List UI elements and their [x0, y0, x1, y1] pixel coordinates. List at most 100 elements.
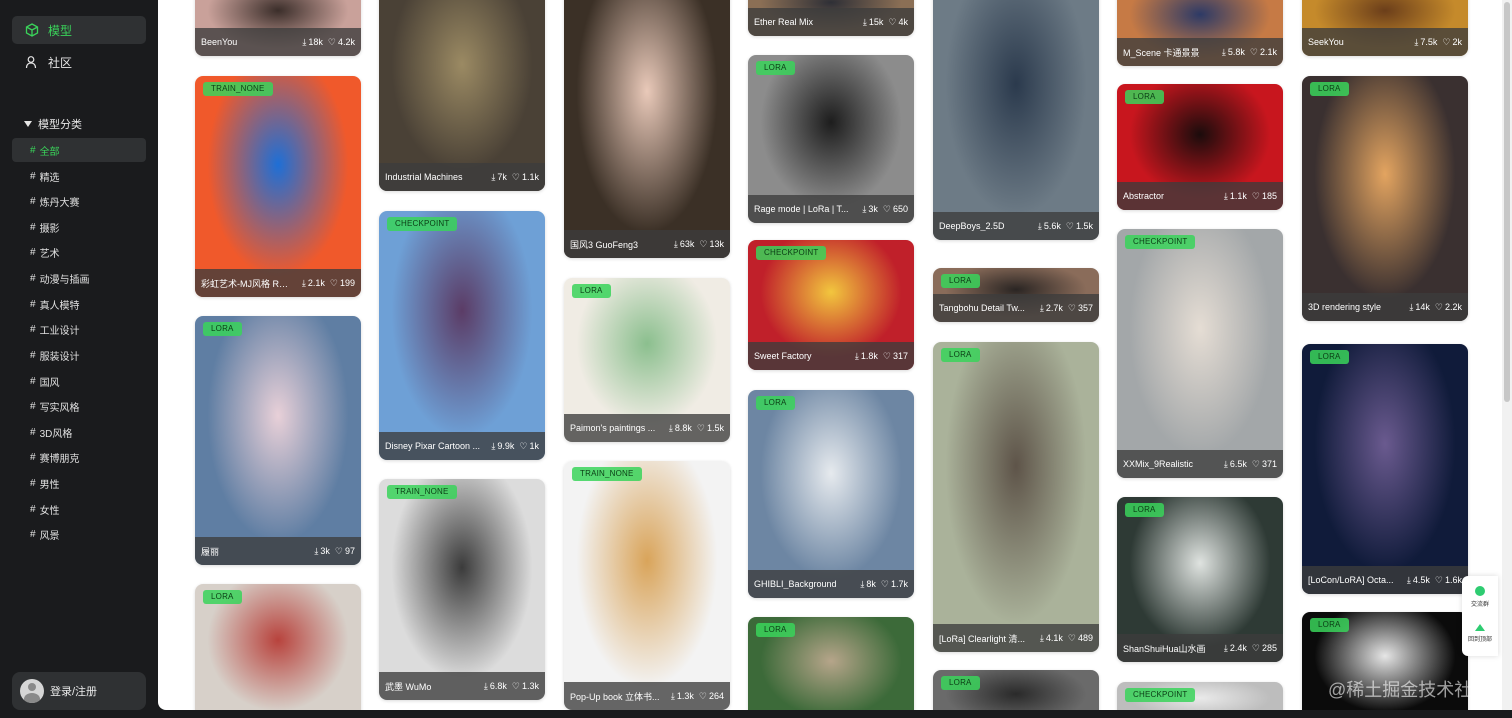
- download-count: ⤓ 3k: [862, 204, 878, 215]
- model-type-badge: LORA: [203, 590, 242, 604]
- model-card[interactable]: LORA Paimon's paintings ... ⤓ 8.8k ♡ 1.5k: [564, 278, 730, 442]
- model-card[interactable]: LORA 3D rendering style ⤓ 14k ♡ 2.2k: [1302, 76, 1468, 321]
- download-icon: ⤓: [1406, 574, 1411, 585]
- category-item[interactable]: # 艺术: [12, 240, 146, 264]
- category-label: 精选: [39, 172, 60, 184]
- model-card[interactable]: LORA: [748, 617, 914, 710]
- like-count[interactable]: ♡ 489: [1068, 633, 1093, 644]
- like-count[interactable]: ♡ 650: [883, 204, 908, 215]
- like-count[interactable]: ♡ 1.1k: [512, 172, 539, 183]
- like-count[interactable]: ♡ 1.6k: [1435, 575, 1462, 586]
- category-item[interactable]: # 工业设计: [12, 317, 146, 341]
- nav-item-community[interactable]: 社区: [12, 48, 146, 76]
- model-card[interactable]: LORA GHIBLI_Background ⤓ 8k ♡ 1.7k: [748, 390, 914, 598]
- download-icon: ⤓: [673, 238, 678, 249]
- model-card[interactable]: SeekYou ⤓ 7.5k ♡ 2k: [1302, 0, 1468, 56]
- like-count[interactable]: ♡ 185: [1252, 191, 1277, 202]
- model-card[interactable]: LORA ShanShuiHua山水画 ⤓ 2.4k ♡ 285: [1117, 497, 1283, 662]
- back-to-top-button[interactable]: 回到顶部: [1462, 624, 1498, 643]
- category-item[interactable]: #3D风格: [12, 420, 146, 444]
- like-count[interactable]: ♡ 1.3k: [512, 681, 539, 692]
- heart-icon: ♡: [1065, 220, 1074, 231]
- scrollbar-thumb[interactable]: [1504, 2, 1510, 402]
- model-card[interactable]: CHECKPOINT: [1117, 682, 1283, 710]
- category-item[interactable]: # 风景: [12, 522, 146, 546]
- download-count: ⤓ 8.8k: [669, 423, 692, 434]
- download-count: ⤓ 18k: [302, 37, 323, 48]
- like-count[interactable]: ♡ 13k: [699, 239, 724, 250]
- like-count[interactable]: ♡ 285: [1252, 643, 1277, 654]
- category-item[interactable]: # 国风: [12, 369, 146, 393]
- like-count[interactable]: ♡ 1.7k: [881, 579, 908, 590]
- model-card[interactable]: TRAIN_NONE Pop-Up book 立体书... ⤓ 1.3k ♡ 264: [564, 461, 730, 710]
- watermark: @稀土掘金技术社区: [1328, 680, 1491, 700]
- category-item[interactable]: # 摄影: [12, 215, 146, 239]
- model-card[interactable]: BeenYou ⤓ 18k ♡ 4.2k: [195, 0, 361, 56]
- login-button[interactable]: 登录/注册: [12, 672, 146, 710]
- like-value: 185: [1261, 191, 1277, 201]
- category-item[interactable]: # 全部: [12, 138, 146, 162]
- model-card[interactable]: LORA 履丽 ⤓ 3k ♡ 97: [195, 316, 361, 565]
- model-name: DeepBoys_2.5D: [939, 221, 1005, 231]
- category-item[interactable]: # 服装设计: [12, 343, 146, 367]
- model-card[interactable]: CHECKPOINT XXMix_9Realistic ⤓ 6.5k ♡ 371: [1117, 229, 1283, 478]
- nav-item-models[interactable]: 模型: [12, 16, 146, 44]
- model-card[interactable]: LORA: [933, 670, 1099, 710]
- category-item[interactable]: # 男性: [12, 471, 146, 495]
- heart-icon: ♡: [880, 578, 889, 589]
- chat-group-button[interactable]: 交流群: [1462, 586, 1498, 608]
- like-count[interactable]: ♡ 371: [1252, 459, 1277, 470]
- download-icon: ⤓: [860, 578, 865, 589]
- model-card[interactable]: LORA Tangbohu Detail Tw... ⤓ 2.7k ♡ 357: [933, 268, 1099, 322]
- model-name: 武墨 WuMo: [385, 681, 432, 692]
- model-type-badge: LORA: [1310, 82, 1349, 96]
- like-count[interactable]: ♡ 2.2k: [1435, 302, 1462, 313]
- category-section-toggle[interactable]: 模型分类: [24, 116, 82, 132]
- model-card[interactable]: CHECKPOINT国风3 GuoFeng3⤓63k♡13k: [564, 0, 730, 258]
- category-item[interactable]: # 真人模特: [12, 292, 146, 316]
- model-card[interactable]: LORA Abstractor ⤓ 1.1k ♡ 185: [1117, 84, 1283, 210]
- nav-item-label: 模型: [48, 23, 73, 38]
- like-count[interactable]: ♡ 1k: [519, 441, 539, 452]
- like-count[interactable]: ♡ 264: [699, 691, 724, 702]
- like-count[interactable]: ♡ 4k: [888, 17, 908, 28]
- like-count[interactable]: ♡ 317: [883, 351, 908, 362]
- model-card[interactable]: LORA [LoRa] Clearlight 清... ⤓ 4.1k ♡ 489: [933, 342, 1099, 652]
- category-item[interactable]: # 精选: [12, 164, 146, 188]
- card-footer: M_Scene 卡通景景 ⤓ 5.8k ♡ 2.1k: [1117, 38, 1283, 66]
- scrollbar[interactable]: [1502, 0, 1512, 710]
- download-icon: ⤓: [668, 422, 673, 433]
- like-value: 489: [1077, 633, 1093, 643]
- hash-icon: #: [30, 375, 36, 387]
- category-item[interactable]: # 炼丹大赛: [12, 189, 146, 213]
- like-count[interactable]: ♡ 1.5k: [697, 423, 724, 434]
- model-type-badge: LORA: [1125, 503, 1164, 517]
- download-value: 18k: [308, 37, 323, 47]
- like-count[interactable]: ♡ 97: [335, 546, 355, 557]
- model-card[interactable]: CHECKPOINTDeepBoys_2.5D⤓5.6k♡1.5k: [933, 0, 1099, 240]
- like-count[interactable]: ♡ 1.5k: [1066, 221, 1093, 232]
- like-count[interactable]: ♡ 2.1k: [1250, 47, 1277, 58]
- model-card[interactable]: LORA: [195, 584, 361, 710]
- like-count[interactable]: ♡ 357: [1068, 303, 1093, 314]
- download-count: ⤓ 4.1k: [1040, 633, 1063, 644]
- model-card[interactable]: LORA Rage mode | LoRa | T... ⤓ 3k ♡ 650: [748, 55, 914, 223]
- model-card[interactable]: TRAIN_NONE 彩虹艺术-MJ风格 Rai... ⤓ 2.1k ♡ 199: [195, 76, 361, 297]
- category-item[interactable]: # 动漫与插画: [12, 266, 146, 290]
- model-card[interactable]: LORA [LoCon/LoRA] Octa... ⤓ 4.5k ♡ 1.6k: [1302, 344, 1468, 594]
- model-card[interactable]: Ether Real Mix ⤓ 15k ♡ 4k: [748, 0, 914, 36]
- model-card[interactable]: CHECKPOINT Sweet Factory ⤓ 1.8k ♡ 317: [748, 240, 914, 370]
- like-count[interactable]: ♡ 2k: [1442, 37, 1462, 48]
- like-count[interactable]: ♡ 4.2k: [328, 37, 355, 48]
- model-thumbnail: [195, 316, 361, 565]
- category-item[interactable]: # 女性: [12, 497, 146, 521]
- category-item[interactable]: # 赛博朋克: [12, 445, 146, 469]
- category-item[interactable]: # 写实风格: [12, 394, 146, 418]
- avatar-icon: [20, 679, 44, 703]
- model-card[interactable]: LORAIndustrial Machines⤓7k♡1.1k: [379, 0, 545, 191]
- model-card[interactable]: TRAIN_NONE 武墨 WuMo ⤓ 6.8k ♡ 1.3k: [379, 479, 545, 700]
- model-card[interactable]: CHECKPOINT Disney Pixar Cartoon ... ⤓ 9.9k ♡…: [379, 211, 545, 460]
- model-card[interactable]: M_Scene 卡通景景 ⤓ 5.8k ♡ 2.1k: [1117, 0, 1283, 66]
- chat-group-label: 交流群: [1470, 602, 1489, 608]
- like-count[interactable]: ♡ 199: [330, 278, 355, 289]
